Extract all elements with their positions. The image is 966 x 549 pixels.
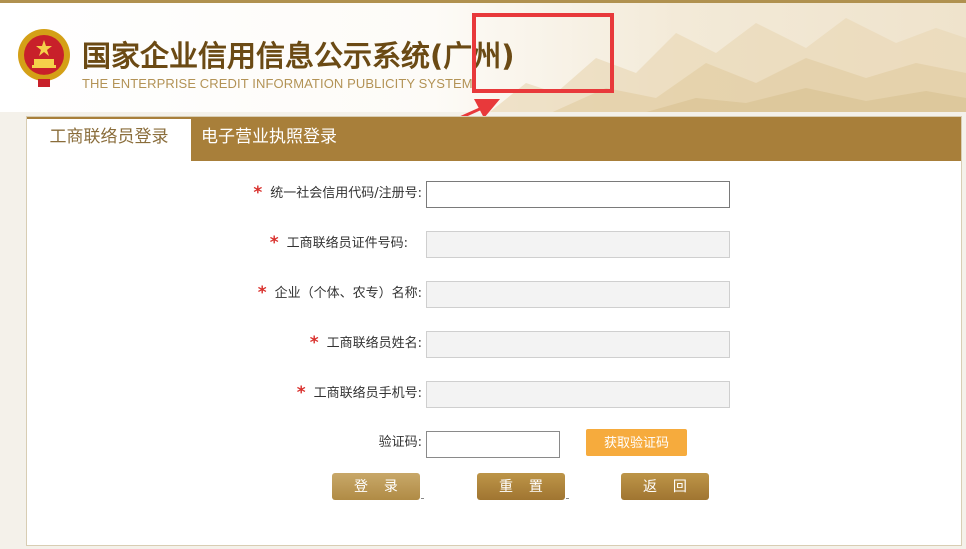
- required-mark: *: [253, 183, 263, 203]
- field-label: * 工商联络员姓名:: [309, 333, 422, 353]
- liaison-phone-input[interactable]: [426, 381, 730, 408]
- required-mark: *: [309, 333, 319, 353]
- tab-liaison-login[interactable]: 工商联络员登录: [27, 119, 191, 161]
- divider: [566, 498, 569, 499]
- form-row-company-name: * 企业（个体、农专）名称:: [180, 280, 422, 308]
- divider: [421, 498, 424, 499]
- login-button[interactable]: 登 录: [332, 473, 420, 500]
- form-row-liaison-name: * 工商联络员姓名:: [180, 330, 422, 358]
- field-label: * 企业（个体、农专）名称:: [257, 283, 422, 303]
- reset-button[interactable]: 重 置: [477, 473, 565, 500]
- form-row-liaison-id: * 工商联络员证件号码:: [180, 230, 408, 258]
- field-label: * 工商联络员手机号:: [296, 383, 422, 403]
- site-title: 国家企业信用信息公示系统(广州): [82, 39, 515, 73]
- required-mark: *: [257, 283, 267, 303]
- field-label: * 工商联络员证件号码:: [269, 233, 408, 253]
- back-button[interactable]: 返 回: [621, 473, 709, 500]
- required-mark: *: [269, 233, 279, 253]
- tab-e-license-login[interactable]: 电子营业执照登录: [201, 119, 337, 159]
- form-row-captcha: 验证码:: [300, 430, 422, 458]
- field-label: * 统一社会信用代码/注册号:: [253, 183, 422, 203]
- form-row-credit-code: * 统一社会信用代码/注册号:: [180, 180, 422, 208]
- tab-bar: 工商联络员登录 电子营业执照登录: [27, 117, 961, 161]
- company-name-input[interactable]: [426, 281, 730, 308]
- site-subtitle: THE ENTERPRISE CREDIT INFORMATION PUBLIC…: [82, 76, 473, 91]
- highlight-annotation-box: [472, 13, 614, 93]
- field-label: 验证码:: [378, 435, 422, 450]
- get-captcha-button[interactable]: 获取验证码: [586, 429, 687, 456]
- form-row-liaison-phone: * 工商联络员手机号:: [180, 380, 422, 408]
- required-mark: *: [296, 383, 306, 403]
- liaison-id-input[interactable]: [426, 231, 730, 258]
- credit-code-input[interactable]: [426, 181, 730, 208]
- national-emblem-icon: [18, 29, 70, 87]
- liaison-name-input[interactable]: [426, 331, 730, 358]
- captcha-input[interactable]: [426, 431, 560, 458]
